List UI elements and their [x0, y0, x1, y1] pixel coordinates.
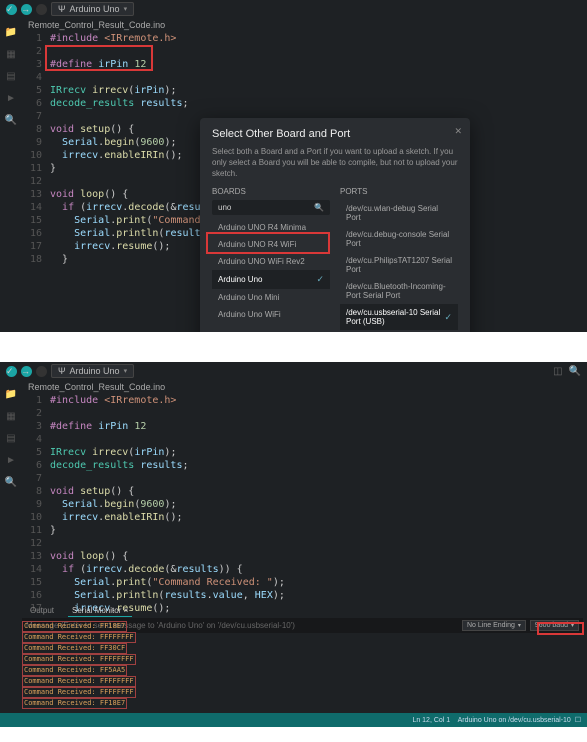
- boards-icon[interactable]: ▦: [5, 48, 17, 60]
- debug-button[interactable]: [36, 4, 47, 15]
- board-option[interactable]: Arduino Uno WiFi: [212, 306, 330, 323]
- chevron-down-icon: ▾: [124, 5, 128, 13]
- port-option[interactable]: /dev/cu.PhilipsTAT1207 Serial Port: [340, 252, 458, 278]
- port-option[interactable]: /dev/cu.Bluetooth-Incoming-Port Serial P…: [340, 278, 458, 304]
- search-icon: 🔍: [314, 203, 324, 212]
- chevron-down-icon: ▾: [124, 367, 128, 375]
- port-status: Arduino Uno on /dev/cu.usbserial-10: [458, 717, 571, 724]
- board-selector[interactable]: Ψ Arduino Uno ▾: [51, 364, 134, 378]
- library-icon[interactable]: ▤: [5, 432, 17, 444]
- board-selector[interactable]: Ψ Arduino Uno ▾: [51, 2, 134, 16]
- debug-icon[interactable]: ►: [5, 92, 17, 104]
- editor-tab[interactable]: Remote_Control_Result_Code.ino: [22, 380, 587, 394]
- boards-header: BOARDS: [212, 187, 330, 196]
- boards-column: BOARDS uno 🔍 Arduino UNO R4 MinimaArduin…: [212, 187, 330, 330]
- output-tabs: Output Serial Monitor ×: [22, 603, 136, 619]
- serial-line: Command Received: FFFFFFFF: [22, 676, 136, 687]
- upload-button[interactable]: →: [21, 4, 32, 15]
- board-option[interactable]: Arduino Uno✓: [212, 270, 330, 289]
- serial-output: Command Received: FF18E7Command Received…: [22, 621, 136, 709]
- baud-dropdown[interactable]: 9600 baud▾: [530, 620, 579, 631]
- serial-line: Command Received: FF30CF: [22, 643, 136, 654]
- serial-line: Command Received: FFFFFFFF: [22, 654, 136, 665]
- cursor-position: Ln 12, Col 1: [412, 717, 450, 724]
- dialog-desc: Select both a Board and a Port if you wa…: [212, 146, 458, 179]
- serial-line: Command Received: FF18E7: [22, 698, 136, 709]
- board-option[interactable]: Arduino UNO R4 Minima: [212, 219, 330, 236]
- editor-tab[interactable]: Remote_Control_Result_Code.ino: [22, 18, 587, 32]
- line-ending-dropdown[interactable]: No Line Ending▾: [462, 620, 526, 631]
- serial-plotter-icon[interactable]: ◫: [553, 366, 562, 377]
- status-bar: Ln 12, Col 1 Arduino Uno on /dev/cu.usbs…: [0, 713, 587, 727]
- debug-button[interactable]: [36, 366, 47, 377]
- serial-monitor-icon[interactable]: 🔍: [569, 366, 581, 377]
- code-editor[interactable]: 1#include <IRremote.h>23#define irPin 12…: [22, 394, 587, 615]
- boards-icon[interactable]: ▦: [5, 410, 17, 422]
- search-icon[interactable]: 🔍: [5, 114, 17, 126]
- board-option[interactable]: Arduino UNO R4 WiFi: [212, 236, 330, 253]
- top-right-icons: ◫ 🔍: [553, 366, 581, 377]
- psi-icon: Ψ: [58, 4, 66, 14]
- board-search-input[interactable]: uno 🔍: [212, 200, 330, 215]
- dialog-title: Select Other Board and Port: [212, 128, 458, 140]
- port-option[interactable]: /dev/cu.usbserial-10 Serial Port (USB)✓: [340, 304, 458, 330]
- port-option[interactable]: /dev/cu.debug-console Serial Port: [340, 226, 458, 252]
- verify-button[interactable]: ✓: [6, 366, 17, 377]
- serial-line: Command Received: FFFFFFFF: [22, 687, 136, 698]
- activity-bar: 📁 ▦ ▤ ► 🔍: [0, 18, 22, 332]
- port-option[interactable]: /dev/cu.wlan-debug Serial Port: [340, 200, 458, 226]
- notification-icon[interactable]: ☐: [575, 717, 581, 724]
- ports-column: PORTS /dev/cu.wlan-debug Serial Port/dev…: [340, 187, 458, 330]
- output-tab[interactable]: Output: [26, 605, 58, 617]
- serial-line: Command Received: FF18E7: [22, 621, 136, 632]
- board-option[interactable]: Arduino Uno Mini: [212, 289, 330, 306]
- debug-icon[interactable]: ►: [5, 454, 17, 466]
- output-tab[interactable]: Serial Monitor ×: [68, 605, 132, 617]
- toolbar: ✓ → Ψ Arduino Uno ▾: [0, 0, 587, 18]
- select-board-dialog: ✕ Select Other Board and Port Select bot…: [200, 118, 470, 332]
- toolbar: ✓ → Ψ Arduino Uno ▾: [0, 362, 587, 380]
- verify-button[interactable]: ✓: [6, 4, 17, 15]
- library-icon[interactable]: ▤: [5, 70, 17, 82]
- board-option[interactable]: Arduino UNO WiFi Rev2: [212, 253, 330, 270]
- search-icon[interactable]: 🔍: [5, 476, 17, 488]
- folder-icon[interactable]: 📁: [5, 26, 17, 38]
- serial-line: Command Received: FFFFFFFF: [22, 632, 136, 643]
- folder-icon[interactable]: 📁: [5, 388, 17, 400]
- upload-button[interactable]: →: [21, 366, 32, 377]
- serial-line: Command Received: FF5AA5: [22, 665, 136, 676]
- activity-bar: 📁 ▦ ▤ ► 🔍: [0, 380, 22, 727]
- psi-icon: Ψ: [58, 366, 66, 376]
- ide-window-serial: ✓ → Ψ Arduino Uno ▾ ◫ 🔍 📁 ▦ ▤ ► 🔍 Remote…: [0, 362, 587, 727]
- close-icon[interactable]: ✕: [454, 126, 462, 137]
- ide-window-board-dialog: ✓ → Ψ Arduino Uno ▾ 📁 ▦ ▤ ► 🔍 Remote_Con…: [0, 0, 587, 332]
- ports-header: PORTS: [340, 187, 458, 196]
